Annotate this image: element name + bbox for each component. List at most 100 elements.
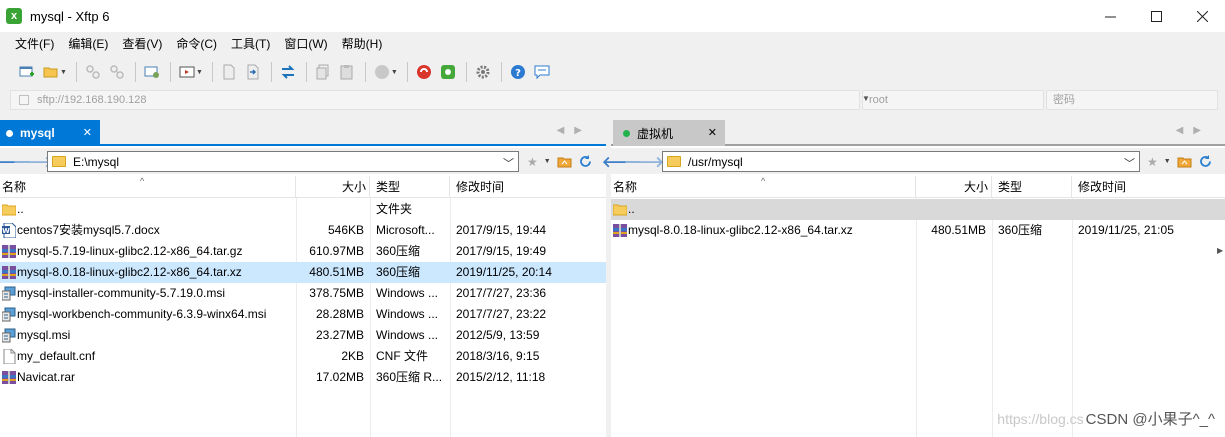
address-input[interactable]: sftp://192.168.190.128 <box>10 90 860 110</box>
file-name: .. <box>17 202 24 216</box>
scroll-right-icon[interactable]: ▶ <box>1217 246 1225 258</box>
menu-help[interactable]: 帮助(H) <box>335 32 390 56</box>
home-folder-icon[interactable] <box>557 155 572 168</box>
transfer-file-button[interactable] <box>242 61 264 83</box>
local-tabstrip: mysql ✕ ◀▶ <box>0 118 606 146</box>
table-row[interactable]: Navicat.rar 17.02MB 360压缩 R... 2015/2/12, 1… <box>0 367 606 388</box>
menu-view[interactable]: 查看(V) <box>115 32 169 56</box>
local-path-input[interactable]: E:\mysql ﹀ <box>47 151 519 172</box>
table-row[interactable]: mysql-installer-community-5.7.19.0.msi 37… <box>0 283 606 304</box>
terminal-icon <box>179 66 195 78</box>
status-dropdown-icon[interactable]: ▼ <box>391 69 398 76</box>
file-name: my_default.cnf <box>17 349 96 363</box>
feedback-button[interactable] <box>531 61 553 83</box>
table-row[interactable]: .. 文件夹 <box>0 199 606 220</box>
username-field[interactable]: root <box>862 90 1044 110</box>
table-row[interactable]: mysql-8.0.18-linux-glibc2.12-x86_64.tar.… <box>0 262 606 283</box>
tab-close-icon[interactable]: ✕ <box>83 126 92 139</box>
file-name: mysql-workbench-community-6.3.9-winx64.m… <box>17 307 267 321</box>
help-button[interactable]: ? <box>507 61 529 83</box>
file-size: 378.75MB <box>309 286 364 300</box>
file-size: 480.51MB <box>931 223 986 237</box>
column-name[interactable]: 名称 ^ <box>611 176 916 198</box>
remote-file-list[interactable]: 名称 ^ 大小 类型 修改时间 .. mysql-8.0.18-linux-glib… <box>611 176 1225 437</box>
file-type: 文件夹 <box>376 202 413 216</box>
menu-file[interactable]: 文件(F) <box>8 32 61 56</box>
star-icon[interactable]: ★ <box>527 155 538 169</box>
session-properties-button[interactable] <box>141 61 163 83</box>
forward-arrow-icon[interactable]: 🡒 <box>624 151 664 171</box>
table-row[interactable]: mysql.msi 23.27MB Windows ... 2012/5/9, 13:… <box>0 325 606 346</box>
options-button[interactable] <box>472 61 494 83</box>
column-modified[interactable]: 修改时间 <box>450 176 606 198</box>
open-terminal-button[interactable] <box>176 61 198 83</box>
folder-open-icon <box>43 67 58 78</box>
home-folder-icon[interactable] <box>1177 155 1192 168</box>
remote-path-bar: 🡐 🡒 /usr/mysql ﹀ ★ ▼ <box>602 148 1225 174</box>
column-name[interactable]: 名称 ^ <box>0 176 296 198</box>
column-modified[interactable]: 修改时间 <box>1072 176 1225 198</box>
connect-button[interactable] <box>82 61 104 83</box>
tab-scroll-arrows-icon[interactable]: ◀▶ <box>1176 125 1211 136</box>
file-size: 546KB <box>327 223 364 237</box>
path-dropdown-icon[interactable]: ﹀ <box>1124 155 1135 171</box>
xshell-button[interactable] <box>413 61 435 83</box>
tab-local-mysql[interactable]: mysql ✕ <box>0 120 100 146</box>
minimize-button[interactable] <box>1087 0 1133 32</box>
new-session-button[interactable] <box>16 61 38 83</box>
column-size[interactable]: 大小 <box>296 176 370 198</box>
file-size: 28.28MB <box>315 307 364 321</box>
minimize-icon <box>1104 16 1116 17</box>
file-size: 2KB <box>341 349 364 363</box>
column-type[interactable]: 类型 <box>370 176 450 198</box>
menu-command[interactable]: 命令(C) <box>169 32 224 56</box>
xftp-button[interactable] <box>437 61 459 83</box>
maximize-button[interactable] <box>1133 0 1179 32</box>
column-type[interactable]: 类型 <box>992 176 1072 198</box>
password-field[interactable]: 密码 <box>1046 90 1218 110</box>
open-session-button[interactable] <box>40 61 62 83</box>
forward-arrow-icon[interactable]: 🡒 <box>13 151 53 171</box>
table-row[interactable]: mysql-workbench-community-6.3.9-winx64.m… <box>0 304 606 325</box>
file-size: 23.27MB <box>315 328 364 342</box>
disconnect-button[interactable] <box>106 61 128 83</box>
table-row[interactable]: mysql-8.0.18-linux-glibc2.12-x86_64.tar.… <box>611 220 1225 241</box>
close-button[interactable] <box>1179 0 1225 32</box>
local-file-list[interactable]: 名称 ^ 大小 类型 修改时间 .. 文件夹 Wcentos7安装mysql5.7.d… <box>0 176 606 437</box>
open-session-dropdown-icon[interactable]: ▼ <box>60 69 67 76</box>
menu-tools[interactable]: 工具(T) <box>224 32 277 56</box>
tab-label: mysql <box>20 126 55 140</box>
table-row[interactable]: .. <box>611 199 1225 220</box>
tab-scroll-arrows-icon[interactable]: ◀▶ <box>557 125 592 136</box>
lock-icon <box>19 95 29 105</box>
title-bar: x mysql - Xftp 6 <box>0 0 1225 32</box>
star-icon[interactable]: ★ <box>1147 155 1158 169</box>
remote-path-input[interactable]: /usr/mysql ﹀ <box>662 151 1140 172</box>
status-button[interactable] <box>371 61 393 83</box>
remote-path-text: /usr/mysql <box>688 154 743 169</box>
menu-window[interactable]: 窗口(W) <box>277 32 334 56</box>
paste-button[interactable] <box>336 61 358 83</box>
watermark: https://blog.cs CSDN @小果子^_^ <box>997 408 1215 429</box>
tab-remote-vm[interactable]: 虚拟机 ✕ <box>613 120 725 146</box>
sync-button[interactable] <box>277 61 299 83</box>
copy-button[interactable] <box>312 61 334 83</box>
table-row[interactable]: my_default.cnf 2KB CNF 文件 2018/3/16, 9:15 <box>0 346 606 367</box>
folder-icon <box>52 156 66 167</box>
terminal-dropdown-icon[interactable]: ▼ <box>196 69 203 76</box>
address-dropdown-icon[interactable]: ▼ <box>862 94 870 103</box>
new-file-button[interactable] <box>218 61 240 83</box>
refresh-icon[interactable] <box>578 154 593 169</box>
favorites-dropdown-icon[interactable]: ▼ <box>1164 158 1171 165</box>
table-row[interactable]: mysql-5.7.19-linux-glibc2.12-x86_64.tar.… <box>0 241 606 262</box>
refresh-icon[interactable] <box>1198 154 1213 169</box>
favorites-dropdown-icon[interactable]: ▼ <box>544 158 551 165</box>
tab-close-icon[interactable]: ✕ <box>708 126 717 139</box>
file-modified: 2019/11/25, 20:14 <box>456 265 552 279</box>
toolbar-separator <box>305 62 307 82</box>
menu-edit[interactable]: 编辑(E) <box>61 32 115 56</box>
column-size[interactable]: 大小 <box>916 176 992 198</box>
table-row[interactable]: Wcentos7安装mysql5.7.docx 546KB Microsoft...… <box>0 220 606 241</box>
file-modified: 2018/3/16, 9:15 <box>456 349 540 363</box>
path-dropdown-icon[interactable]: ﹀ <box>503 155 514 171</box>
